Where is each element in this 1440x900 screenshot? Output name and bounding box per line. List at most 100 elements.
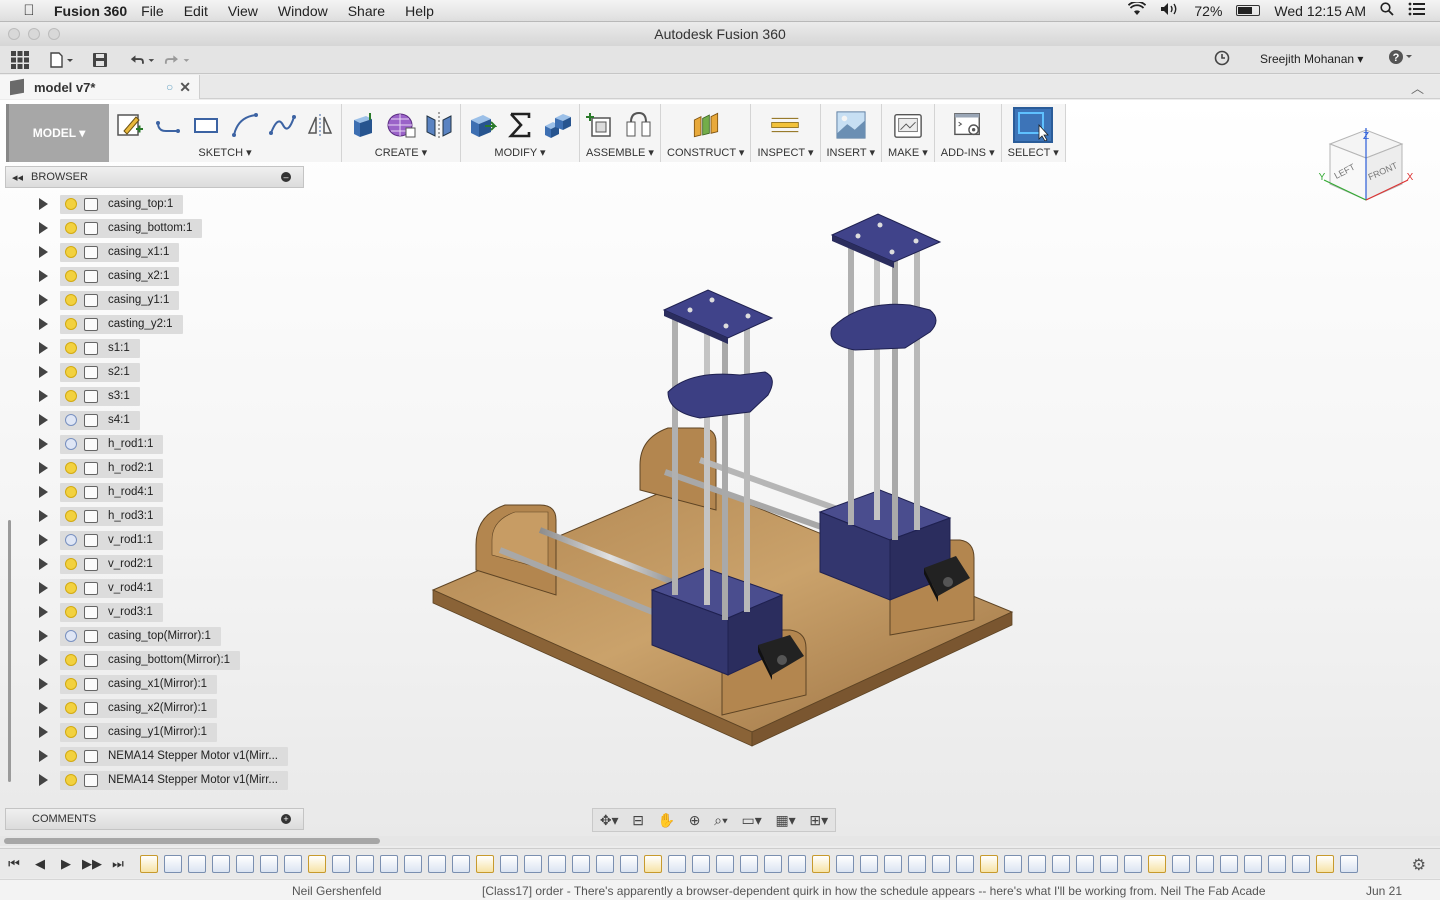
measure-icon[interactable] xyxy=(770,110,800,140)
expand-triangle-icon[interactable] xyxy=(39,486,48,498)
browser-item[interactable]: v_rod3:1 xyxy=(5,600,163,624)
compute-sum-icon[interactable] xyxy=(505,110,535,140)
timeline-feature-icon[interactable] xyxy=(500,854,518,873)
timeline-settings-gear-icon[interactable]: ⚙ xyxy=(1412,855,1426,875)
minimize-window-button[interactable] xyxy=(28,28,40,40)
go-to-start-icon[interactable]: ⏮ xyxy=(2,856,26,872)
expand-triangle-icon[interactable] xyxy=(39,726,48,738)
browser-item-chip[interactable]: s1:1 xyxy=(60,338,140,358)
mid-plate-left[interactable] xyxy=(667,371,773,419)
expand-triangle-icon[interactable] xyxy=(39,558,48,570)
browser-item-chip[interactable]: h_rod3:1 xyxy=(60,506,164,526)
addins-menu[interactable]: ADD-INS ▾ xyxy=(941,146,995,159)
browser-item[interactable]: h_rod2:1 xyxy=(5,456,164,480)
help-icon[interactable]: ? xyxy=(1388,49,1414,69)
browser-item-chip[interactable]: h_rod1:1 xyxy=(60,434,164,454)
mirror-sketch-icon[interactable] xyxy=(305,110,335,140)
new-component-icon[interactable] xyxy=(586,110,616,140)
timeline-feature-icon[interactable] xyxy=(404,854,422,873)
form-icon[interactable] xyxy=(386,110,416,140)
browser-item-chip[interactable]: casing_top:1 xyxy=(60,194,184,214)
timeline-feature-icon[interactable] xyxy=(284,854,302,873)
expand-triangle-icon[interactable] xyxy=(39,774,48,786)
app-menu[interactable]: Fusion 360 xyxy=(54,3,127,19)
expand-triangle-icon[interactable] xyxy=(39,222,48,234)
browser-item-chip[interactable]: casing_bottom(Mirror):1 xyxy=(60,650,241,670)
browser-item[interactable]: h_rod1:1 xyxy=(5,432,164,456)
timeline-feature-icon[interactable] xyxy=(1172,854,1190,873)
timeline-feature-icon[interactable] xyxy=(212,854,230,873)
expand-triangle-icon[interactable] xyxy=(39,438,48,450)
timeline-feature-icon[interactable] xyxy=(788,854,806,873)
top-plate-left[interactable] xyxy=(662,289,774,344)
press-pull-icon[interactable] xyxy=(467,110,497,140)
inspect-menu[interactable]: INSPECT ▾ xyxy=(757,146,813,159)
timeline-feature-icon[interactable] xyxy=(1052,854,1070,873)
browser-item-chip[interactable]: casting_y2:1 xyxy=(60,314,183,334)
visibility-bulb-icon[interactable] xyxy=(65,678,77,690)
expand-triangle-icon[interactable] xyxy=(39,366,48,378)
browser-scrollbar[interactable] xyxy=(8,520,11,782)
visibility-bulb-icon[interactable] xyxy=(65,222,77,234)
go-to-end-icon[interactable]: ⏭ xyxy=(106,856,130,872)
visibility-bulb-icon[interactable] xyxy=(65,318,77,330)
timeline-feature-icon[interactable] xyxy=(260,854,278,873)
arc-icon[interactable] xyxy=(229,110,259,140)
browser-item-chip[interactable]: v_rod2:1 xyxy=(60,554,163,574)
offset-plane-icon[interactable] xyxy=(691,110,721,140)
minimize-panel-icon[interactable]: – xyxy=(281,172,291,182)
construct-menu[interactable]: CONSTRUCT ▾ xyxy=(667,146,744,159)
timeline-feature-icon[interactable] xyxy=(428,854,446,873)
expand-triangle-icon[interactable] xyxy=(39,678,48,690)
browser-item-chip[interactable]: h_rod4:1 xyxy=(60,482,164,502)
timeline-feature-icon[interactable] xyxy=(1028,854,1046,873)
timeline-feature-icon[interactable] xyxy=(740,854,758,873)
browser-item-chip[interactable]: s4:1 xyxy=(60,410,140,430)
timeline-feature-icon[interactable] xyxy=(1220,854,1238,873)
expand-triangle-icon[interactable] xyxy=(39,510,48,522)
visibility-bulb-icon[interactable] xyxy=(65,246,77,258)
insert-menu[interactable]: INSERT ▾ xyxy=(827,146,876,159)
visibility-bulb-icon[interactable] xyxy=(65,390,77,402)
collapse-chevron-icon[interactable]: ︿ xyxy=(1411,78,1424,97)
visibility-bulb-icon[interactable] xyxy=(65,294,77,306)
timeline-feature-icon[interactable] xyxy=(524,854,542,873)
visibility-bulb-icon[interactable] xyxy=(65,558,77,570)
visibility-bulb-icon[interactable] xyxy=(65,630,77,642)
browser-item-chip[interactable]: casing_x2(Mirror):1 xyxy=(60,698,218,718)
file-menu-icon[interactable] xyxy=(48,49,76,71)
save-icon[interactable] xyxy=(86,49,114,71)
browser-item[interactable]: v_rod4:1 xyxy=(5,576,163,600)
expand-triangle-icon[interactable] xyxy=(39,318,48,330)
workspace-switcher[interactable]: MODEL ▾ xyxy=(6,104,109,162)
visibility-bulb-icon[interactable] xyxy=(65,534,77,546)
spotlight-search-icon[interactable] xyxy=(1380,2,1394,19)
comments-panel-header[interactable]: COMMENTS + xyxy=(5,808,304,830)
visibility-bulb-icon[interactable] xyxy=(65,510,77,522)
timeline-feature-icon[interactable] xyxy=(1124,854,1142,873)
pan-hand-icon[interactable]: ✋ xyxy=(658,812,675,829)
browser-item[interactable]: h_rod4:1 xyxy=(5,480,164,504)
expand-triangle-icon[interactable] xyxy=(39,630,48,642)
create-menu[interactable]: CREATE ▾ xyxy=(375,146,427,159)
view-cube[interactable]: Z LEFT FRONT X Y xyxy=(1316,122,1416,210)
browser-item-chip[interactable]: casing_x2:1 xyxy=(60,266,180,286)
line-icon[interactable] xyxy=(153,110,183,140)
timeline-scrollbar[interactable] xyxy=(0,836,1440,846)
scripts-addins-icon[interactable] xyxy=(953,110,983,140)
browser-panel-header[interactable]: ◂◂ BROWSER – xyxy=(5,166,304,188)
select-tool-icon[interactable] xyxy=(1013,107,1054,143)
browser-item[interactable]: casing_y1:1 xyxy=(5,288,180,312)
timeline-scroll-thumb[interactable] xyxy=(4,838,380,844)
step-forward-icon[interactable]: ▶▶ xyxy=(80,856,104,872)
undo-icon[interactable] xyxy=(128,49,156,71)
timeline-feature-icon[interactable] xyxy=(980,854,998,873)
timeline-feature-icon[interactable] xyxy=(236,854,254,873)
browser-item[interactable]: s2:1 xyxy=(5,360,140,384)
timeline-feature-icon[interactable] xyxy=(956,854,974,873)
timeline-feature-icon[interactable] xyxy=(356,854,374,873)
timeline-feature-icon[interactable] xyxy=(812,854,830,873)
wifi-icon[interactable] xyxy=(1128,0,1147,19)
timeline-feature-icon[interactable] xyxy=(1268,854,1286,873)
mid-plate-right[interactable] xyxy=(830,303,937,351)
